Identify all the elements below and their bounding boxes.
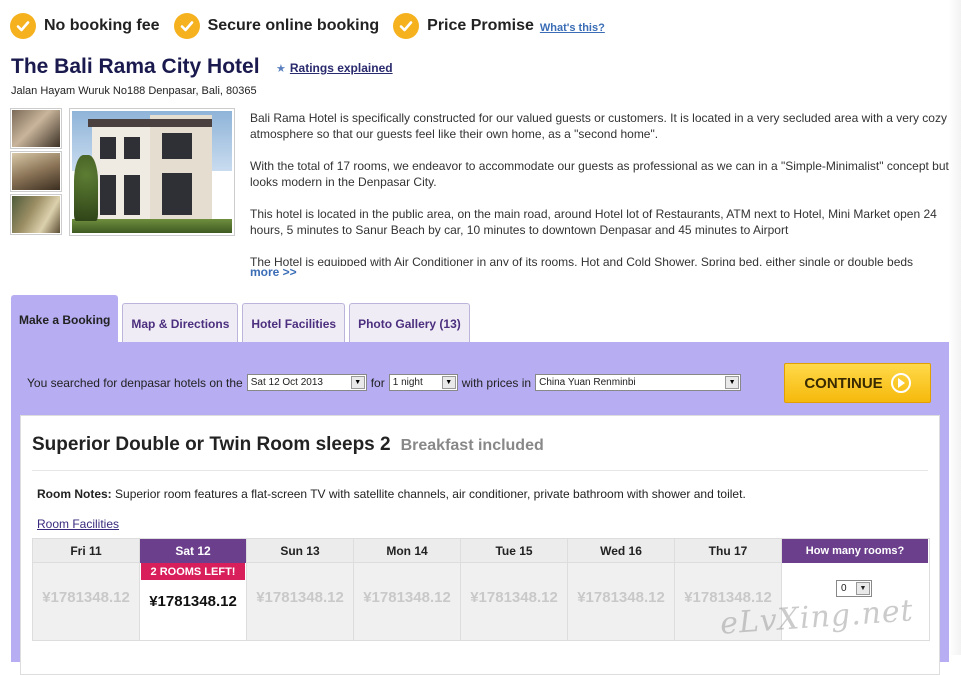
room-quantity-value: 0 (841, 583, 847, 594)
continue-label: CONTINUE (804, 374, 883, 392)
day-column[interactable]: Tue 15 ¥1781348.12 (461, 539, 568, 640)
price-grid: Fri 11 ¥1781348.12 Sat 12 2 ROOMS LEFT! … (32, 538, 930, 641)
hotel-address: Jalan Hayam Wuruk No188 Denpasar, Bali, … (11, 85, 257, 97)
description-paragraph: With the total of 17 rooms, we endeavor … (250, 159, 949, 189)
day-price: ¥1781348.12 (256, 589, 344, 606)
main-hotel-photo[interactable] (69, 108, 235, 236)
hotel-title: The Bali Rama City Hotel (11, 55, 260, 78)
how-many-rooms-header: How many rooms? (782, 539, 928, 563)
check-icon (173, 13, 200, 39)
check-icon (393, 13, 420, 39)
promise-bar: No booking fee Secure online booking Pri… (10, 10, 619, 42)
day-header: Tue 15 (461, 539, 567, 563)
currency-select-value: China Yuan Renminbi (539, 377, 636, 388)
breakfast-badge: Breakfast included (400, 437, 544, 454)
day-header: Sun 13 (247, 539, 353, 563)
photo-thumbnail[interactable] (10, 108, 62, 149)
day-column[interactable]: Thu 17 ¥1781348.12 (675, 539, 782, 640)
booking-panel: You searched for denpasar hotels on the … (11, 342, 949, 675)
photo-thumbnail[interactable] (10, 151, 62, 192)
promise-no-booking-fee: No booking fee (10, 13, 160, 39)
tab-make-a-booking[interactable]: Make a Booking (11, 295, 119, 343)
search-summary: You searched for denpasar hotels on the … (27, 374, 745, 391)
room-card: Superior Double or Twin Room sleeps 2 Bre… (20, 415, 940, 675)
arrow-right-circle-icon (890, 373, 911, 393)
day-column-selected[interactable]: Sat 12 2 ROOMS LEFT! ¥1781348.12 (140, 539, 247, 640)
day-column[interactable]: Fri 11 ¥1781348.12 (33, 539, 140, 640)
room-notes-label: Room Notes: (37, 487, 112, 501)
tab-photo-gallery[interactable]: Photo Gallery (13) (349, 303, 470, 343)
day-header: Fri 11 (33, 539, 139, 563)
promise-secure-booking: Secure online booking (173, 13, 380, 39)
chevron-down-icon: ▼ (350, 376, 365, 389)
description-paragraph: Bali Rama Hotel is specifically construc… (250, 111, 947, 141)
day-price: ¥1781348.12 (149, 593, 237, 610)
photo-thumbnails (10, 108, 62, 237)
currency-select[interactable]: China Yuan Renminbi ▼ (535, 374, 742, 391)
photo-thumbnail[interactable] (10, 194, 62, 235)
tab-hotel-facilities[interactable]: Hotel Facilities (242, 303, 346, 343)
nights-select-value: 1 night (392, 377, 423, 388)
promise-price-promise: Price Promise What's this? (393, 13, 605, 39)
date-select[interactable]: Sat 12 Oct 2013 ▼ (246, 374, 367, 391)
day-column[interactable]: Mon 14 ¥1781348.12 (354, 539, 461, 640)
room-title: Superior Double or Twin Room sleeps 2 Bre… (32, 434, 544, 456)
day-column[interactable]: Wed 16 ¥1781348.12 (568, 539, 675, 640)
chevron-down-icon: ▼ (856, 582, 870, 595)
rooms-left-badge: 2 ROOMS LEFT! (141, 563, 245, 580)
hotel-description: Bali Rama Hotel is specifically construc… (250, 110, 955, 266)
room-facilities-link[interactable]: Room Facilities (37, 517, 119, 531)
chevron-down-icon: ▼ (725, 376, 740, 389)
day-price: ¥1781348.12 (577, 589, 665, 606)
room-notes: Room Notes: Superior room features a fla… (37, 487, 746, 501)
ratings-explained: ★ Ratings explained (276, 61, 393, 75)
divider (32, 470, 928, 471)
day-header: Thu 17 (675, 539, 781, 563)
prices-in-label: with prices in (461, 375, 532, 390)
for-label: for (370, 375, 385, 390)
promise-label: Secure online booking (207, 17, 380, 34)
tab-map-directions[interactable]: Map & Directions (122, 303, 239, 343)
date-select-value: Sat 12 Oct 2013 (250, 377, 323, 388)
day-header: Sat 12 (140, 539, 246, 563)
description-paragraph: This hotel is located in the public area… (250, 207, 937, 237)
page-edge (949, 0, 961, 655)
whats-this-link[interactable]: What's this? (540, 22, 605, 34)
room-quantity-select[interactable]: 0 ▼ (836, 580, 872, 597)
day-column[interactable]: Sun 13 ¥1781348.12 (247, 539, 354, 640)
continue-button[interactable]: CONTINUE (784, 363, 931, 403)
day-header: Wed 16 (568, 539, 674, 563)
room-name: Superior Double or Twin Room sleeps 2 (32, 434, 391, 455)
day-header: Mon 14 (354, 539, 460, 563)
chevron-down-icon: ▼ (441, 376, 456, 389)
day-price: ¥1781348.12 (684, 589, 772, 606)
check-icon (10, 13, 36, 39)
ratings-explained-link[interactable]: Ratings explained (290, 61, 393, 75)
day-price: ¥1781348.12 (363, 589, 451, 606)
room-notes-text: Superior room features a flat-screen TV … (115, 487, 746, 501)
day-price: ¥1781348.12 (42, 589, 130, 606)
promise-label: Price Promise (427, 17, 534, 34)
description-paragraph: The Hotel is equipped with Air Condition… (250, 255, 914, 266)
day-price: ¥1781348.12 (470, 589, 558, 606)
room-quantity-column: How many rooms? 0 ▼ (782, 539, 928, 640)
star-icon: ★ (276, 62, 286, 75)
nights-select[interactable]: 1 night ▼ (388, 374, 458, 391)
search-prefix: You searched for denpasar hotels on the (27, 375, 243, 390)
more-link[interactable]: more >> (250, 265, 297, 279)
promise-label: No booking fee (44, 17, 160, 34)
hotel-tabs: Make a Booking Map & Directions Hotel Fa… (11, 295, 474, 343)
